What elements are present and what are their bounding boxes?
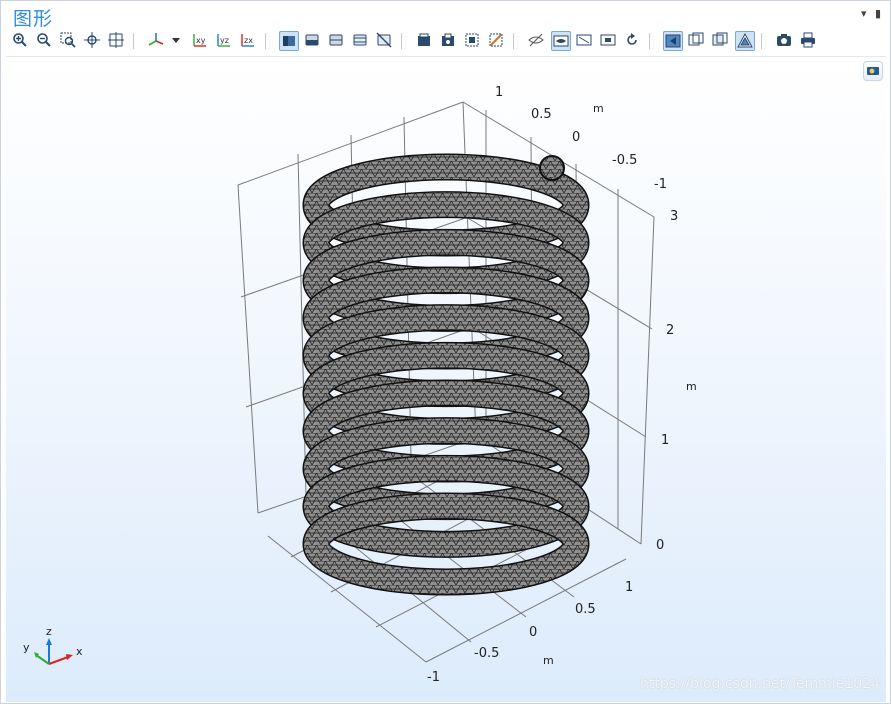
graphics-viewport[interactable]: 1 0.5 0 -0.5 -1 m 3 2 1 0 m 1 0.5 0 -0.5… bbox=[6, 56, 886, 702]
camera-icon[interactable] bbox=[775, 31, 793, 49]
tick-y-top-2: 0 bbox=[572, 130, 580, 145]
show-labels-icon[interactable] bbox=[599, 31, 617, 49]
tick-z-2: 1 bbox=[661, 433, 669, 448]
select-boundaries-icon[interactable] bbox=[439, 31, 457, 49]
show-axes-icon[interactable] bbox=[575, 31, 593, 49]
scene-light-icon[interactable] bbox=[279, 31, 299, 51]
hide-icon[interactable] bbox=[375, 31, 393, 49]
tick-y-top-4: -1 bbox=[654, 177, 667, 192]
tick-y-top-1: 0.5 bbox=[531, 107, 552, 122]
helix-mesh[interactable] bbox=[302, 153, 590, 596]
triad-y-label: y bbox=[23, 641, 30, 654]
tick-x-4: -1 bbox=[427, 670, 440, 685]
print-icon[interactable] bbox=[799, 31, 817, 49]
render-edges-icon[interactable] bbox=[711, 31, 729, 49]
unit-x: m bbox=[543, 654, 554, 667]
zoom-in-icon[interactable] bbox=[11, 31, 29, 49]
window-title: 图形 bbox=[13, 8, 54, 30]
clip-icon[interactable] bbox=[327, 31, 345, 49]
zoom-extents-icon[interactable] bbox=[83, 31, 101, 49]
zoom-selected-icon[interactable] bbox=[107, 31, 125, 49]
view-yz-icon[interactable]: yz bbox=[215, 31, 233, 49]
zoom-box-icon[interactable] bbox=[59, 31, 77, 49]
select-domains-icon[interactable] bbox=[415, 31, 433, 49]
view-dropdown-icon[interactable] bbox=[167, 31, 185, 49]
tick-x-2: 0 bbox=[529, 625, 537, 640]
triad-z-label: z bbox=[46, 625, 52, 638]
render-solid-icon[interactable] bbox=[663, 31, 683, 51]
triad-x-label: x bbox=[76, 645, 83, 658]
render-wire-icon[interactable] bbox=[687, 31, 705, 49]
show-grid-icon[interactable] bbox=[551, 31, 571, 51]
view-xy-icon[interactable]: xy bbox=[191, 31, 209, 49]
svg-text:zx: zx bbox=[244, 36, 253, 45]
view-zx-icon[interactable]: zx bbox=[239, 31, 257, 49]
tick-x-1: 0.5 bbox=[575, 602, 596, 617]
view-triad-icon[interactable] bbox=[147, 31, 165, 49]
tick-z-0: 3 bbox=[670, 209, 678, 224]
wireframe-icon[interactable] bbox=[351, 31, 369, 49]
svg-text:yz: yz bbox=[220, 36, 229, 45]
watermark: https://blog.csdn.net/Temmie1024 bbox=[640, 676, 880, 692]
tick-z-1: 2 bbox=[666, 323, 674, 338]
tick-x-0: 1 bbox=[625, 580, 633, 595]
scene-canvas: 1 0.5 0 -0.5 -1 m 3 2 1 0 m 1 0.5 0 -0.5… bbox=[23, 85, 697, 685]
reset-icon[interactable] bbox=[623, 31, 641, 49]
svg-text:xy: xy bbox=[196, 36, 206, 45]
tick-x-3: -0.5 bbox=[474, 646, 499, 661]
zoom-out-icon[interactable] bbox=[35, 31, 53, 49]
hide-select-icon[interactable] bbox=[527, 31, 545, 49]
tick-y-top-3: -0.5 bbox=[612, 153, 637, 168]
render-mesh-icon[interactable] bbox=[735, 31, 755, 51]
select-box-icon[interactable] bbox=[463, 31, 481, 49]
dropdown-arrow-icon[interactable]: ▾ bbox=[861, 7, 867, 20]
pin-icon[interactable]: ▮ bbox=[875, 7, 881, 20]
orientation-triad: z x y bbox=[23, 625, 83, 665]
title-bar: 图形 ▾ ▮ bbox=[1, 1, 890, 30]
coil-end-cap bbox=[539, 155, 565, 181]
tick-z-3: 0 bbox=[656, 538, 664, 553]
graphics-toolbar: xy yz zx bbox=[7, 30, 867, 52]
unit-y-top: m bbox=[593, 102, 604, 115]
graphics-window: 图形 ▾ ▮ xy yz zx 1 0.5 0 -0.5 -1 m 3 2 1 … bbox=[0, 0, 891, 704]
tick-y-top-0: 1 bbox=[495, 85, 503, 100]
clear-selection-icon[interactable] bbox=[487, 31, 505, 49]
transparency-icon[interactable] bbox=[303, 31, 321, 49]
unit-z: m bbox=[686, 380, 697, 393]
